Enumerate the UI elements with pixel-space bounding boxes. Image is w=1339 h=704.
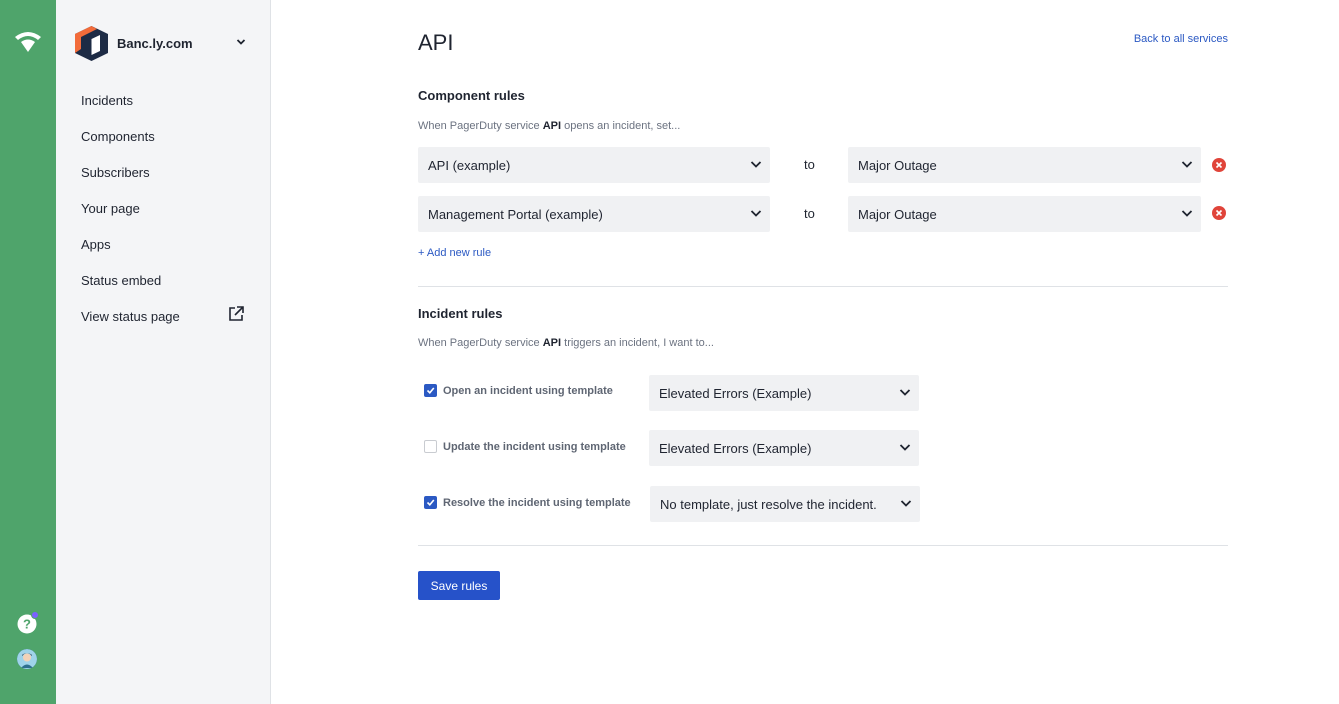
update-incident-checkbox[interactable] [424, 440, 437, 453]
resolve-template-select[interactable]: No template, just resolve the incident. [650, 486, 920, 522]
incident-rules-title: Incident rules [418, 306, 503, 321]
org-logo-icon [75, 25, 108, 61]
sidebar-item-status-embed[interactable]: Status embed [81, 271, 251, 307]
wifi-status-icon[interactable] [13, 28, 43, 54]
resolve-incident-checkbox[interactable] [424, 496, 437, 509]
component-select[interactable]: API (example) [418, 147, 770, 183]
to-label: to [804, 157, 815, 172]
open-incident-checkbox[interactable] [424, 384, 437, 397]
chevron-down-icon [899, 444, 911, 451]
main-content: API Back to all services Component rules… [418, 0, 1228, 704]
open-template-select[interactable]: Elevated Errors (Example) [649, 375, 919, 411]
section-divider [418, 286, 1228, 287]
component-rules-title: Component rules [418, 88, 525, 103]
sidebar-item-incidents[interactable]: Incidents [81, 91, 251, 127]
add-new-rule-link[interactable]: + Add new rule [418, 247, 491, 259]
save-rules-button[interactable]: Save rules [418, 571, 500, 600]
status-select[interactable]: Major Outage [848, 196, 1201, 232]
remove-rule-button[interactable] [1212, 158, 1226, 172]
chevron-down-icon [236, 39, 246, 45]
component-rules-description: When PagerDuty service API opens an inci… [418, 120, 681, 132]
sidebar-item-components[interactable]: Components [81, 127, 251, 163]
chevron-down-icon [750, 210, 762, 217]
chevron-down-icon [900, 500, 912, 507]
sidebar-nav: Incidents Components Subscribers Your pa… [81, 91, 251, 343]
chevron-down-icon [1181, 161, 1193, 168]
sidebar: Banc.ly.com Incidents Components Subscri… [56, 0, 271, 704]
app-rail: ? [0, 0, 56, 704]
sidebar-item-your-page[interactable]: Your page [81, 199, 251, 235]
notification-dot [31, 611, 39, 619]
section-divider [418, 545, 1228, 546]
org-switcher[interactable]: Banc.ly.com [73, 24, 253, 62]
status-select[interactable]: Major Outage [848, 147, 1201, 183]
org-name: Banc.ly.com [117, 35, 193, 51]
sidebar-item-apps[interactable]: Apps [81, 235, 251, 271]
component-select[interactable]: Management Portal (example) [418, 196, 770, 232]
checkmark-icon [426, 499, 435, 506]
svg-text:?: ? [23, 617, 31, 632]
update-template-select[interactable]: Elevated Errors (Example) [649, 430, 919, 466]
incident-rules-description: When PagerDuty service API triggers an i… [418, 337, 714, 349]
close-icon [1215, 209, 1223, 217]
chevron-down-icon [1181, 210, 1193, 217]
remove-rule-button[interactable] [1212, 206, 1226, 220]
checkmark-icon [426, 387, 435, 394]
sidebar-item-view-status-page[interactable]: View status page [81, 306, 251, 343]
external-link-icon [229, 306, 244, 321]
chevron-down-icon [899, 389, 911, 396]
open-incident-label[interactable]: Open an incident using template [443, 385, 613, 397]
resolve-incident-label[interactable]: Resolve the incident using template [443, 497, 631, 509]
back-to-services-link[interactable]: Back to all services [1134, 33, 1228, 45]
user-avatar-icon[interactable] [17, 649, 37, 669]
close-icon [1215, 161, 1223, 169]
chevron-down-icon [750, 161, 762, 168]
page-title: API [418, 30, 454, 55]
sidebar-item-subscribers[interactable]: Subscribers [81, 163, 251, 199]
app-root: ? Banc.ly.com Incidents Components Subsc… [0, 0, 1339, 704]
to-label: to [804, 206, 815, 221]
update-incident-label[interactable]: Update the incident using template [443, 441, 626, 453]
